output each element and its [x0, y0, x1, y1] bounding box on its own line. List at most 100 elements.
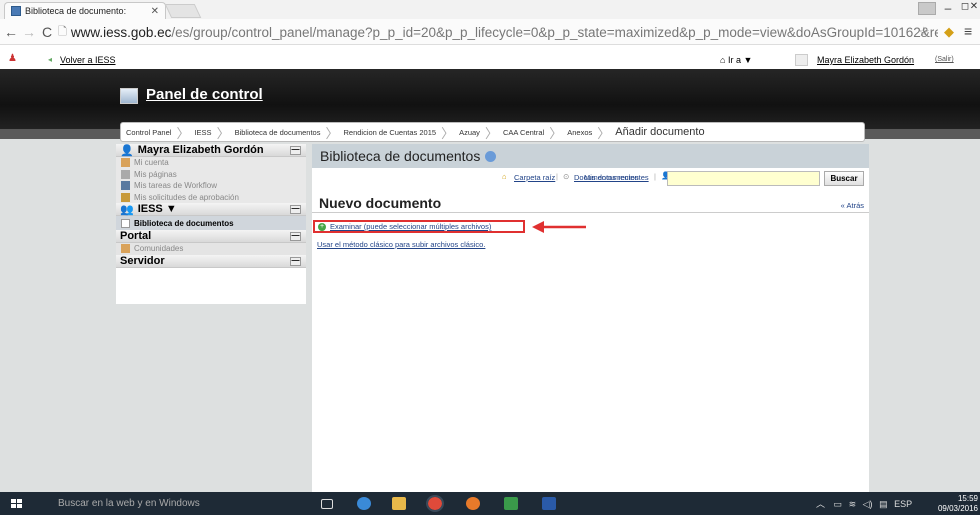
sidebar-item-mi-cuenta[interactable]: Mi cuenta — [116, 157, 306, 169]
classic-upload-link[interactable]: Usar el método clásico para subir archiv… — [317, 240, 485, 249]
new-tab-button[interactable] — [164, 4, 202, 18]
windows-taskbar: Buscar en la web y en Windows ︿ ▭ ≋ ◁) ▤… — [0, 492, 980, 515]
notifications-icon[interactable]: ▤ — [879, 499, 888, 509]
battery-icon[interactable]: ▭ — [834, 499, 843, 509]
sidebar-iess-section[interactable]: 👥 IESS ▼ — — [116, 203, 306, 216]
clock-time: 15:59 — [957, 494, 978, 503]
chrome-menu-icon[interactable]: ≡ — [964, 23, 972, 39]
system-tray: ︿ ▭ ≋ ◁) ▤ ESP — [816, 497, 912, 510]
ie-icon[interactable] — [357, 497, 371, 510]
windows-start-icon[interactable] — [11, 499, 22, 509]
firefox-icon[interactable] — [466, 497, 480, 510]
bookmark-star-icon[interactable]: ☆ — [918, 24, 930, 40]
url-path: /es/group/control_panel/manage?p_p_id=20… — [171, 24, 938, 40]
breadcrumb: Control Panel 〉 IESS 〉 Biblioteca de docum… — [120, 122, 865, 142]
sidebar-iess-title: IESS ▼ — [137, 203, 177, 215]
control-panel-title[interactable]: Panel de control — [146, 86, 263, 103]
forward-arrow-icon[interactable]: → — [20, 24, 38, 40]
chrome-icon[interactable] — [426, 495, 444, 512]
workflow-icon — [121, 181, 130, 191]
back-arrow-icon[interactable]: ← — [2, 24, 20, 40]
browse-files-highlight: + Examinar (puede seleccionar múltiples … — [313, 220, 525, 233]
breadcrumb-current: Añadir documento — [615, 126, 705, 138]
portlet-title-bar: Biblioteca de documentos — [312, 144, 869, 168]
search-input[interactable] — [667, 171, 820, 186]
task-view-icon[interactable] — [321, 499, 333, 509]
page-heading: Nuevo documento — [319, 195, 442, 211]
extension-icon[interactable]: ◆ — [944, 24, 954, 40]
portal-logo-icon: ♟ — [8, 53, 17, 64]
add-icon: + — [318, 222, 326, 231]
back-link[interactable]: « Atrás — [841, 201, 864, 210]
sidebar-item-solicitudes[interactable]: Mis solicitudes de aprobación — [116, 191, 306, 203]
chevron-up-icon[interactable]: ︿ — [816, 499, 825, 509]
approval-icon — [121, 192, 130, 202]
user-name-link[interactable]: Mayra Elizabeth Gordón — [817, 55, 914, 65]
clock-date: 09/03/2016 — [937, 504, 978, 513]
breadcrumb-item[interactable]: Anexos 〉 — [567, 123, 615, 142]
taskbar-search[interactable]: Buscar en la web y en Windows — [58, 498, 200, 509]
user-avatar — [795, 54, 808, 66]
browser-tab[interactable]: Biblioteca de documento: ✕ — [4, 2, 166, 19]
group-icon: 👥 — [120, 203, 134, 216]
document-library-portlet: Biblioteca de documentos ⌂ Carpeta raíz … — [312, 144, 869, 494]
sidebar-user-section[interactable]: 👤 Mayra Elizabeth Gordón — — [116, 144, 306, 157]
close-tab-icon[interactable]: ✕ — [151, 6, 159, 17]
language-indicator[interactable]: ESP — [894, 499, 912, 509]
profile-icon[interactable] — [918, 2, 936, 15]
word-icon[interactable] — [542, 497, 556, 510]
sidebar-user-title: Mayra Elizabeth Gordón — [137, 144, 264, 156]
home-folder-icon: ⌂ — [502, 172, 507, 181]
portal-dock: ♟ ◂ Volver a IESS ⌂ Ir a ▼ Mayra Elizabe… — [0, 53, 980, 69]
network-icon[interactable]: ≋ — [849, 499, 857, 509]
breadcrumb-item[interactable]: Control Panel 〉 — [126, 123, 194, 142]
collapse-icon[interactable]: — — [290, 256, 301, 266]
clock-icon: ⊙ — [563, 172, 570, 181]
root-folder-link[interactable]: Carpeta raíz — [514, 173, 555, 182]
address-bar[interactable]: 🗋 www.iess.gob.ec/es/group/control_panel… — [58, 22, 938, 42]
my-documents-link[interactable]: Mis documentos — [584, 173, 639, 182]
file-explorer-icon[interactable] — [392, 497, 406, 510]
sidebar-item-biblioteca[interactable]: Biblioteca de documentos — [116, 216, 306, 230]
red-arrow-annotation — [532, 221, 586, 233]
communities-icon — [121, 244, 130, 254]
breadcrumb-item[interactable]: Rendicion de Cuentas 2015 〉 — [343, 123, 459, 142]
separator: | — [654, 172, 656, 181]
excel-icon[interactable] — [504, 497, 518, 510]
taskbar-clock[interactable]: 15:59 09/03/2016 — [928, 494, 978, 514]
sidebar-item-comunidades[interactable]: Comunidades — [116, 243, 306, 255]
close-window-button[interactable]: ✕ — [968, 1, 980, 12]
logout-link[interactable]: (Salir) — [935, 56, 954, 63]
breadcrumb-item[interactable]: Biblioteca de documentos 〉 — [235, 123, 344, 142]
go-to-menu[interactable]: ⌂ Ir a ▼ — [720, 55, 752, 65]
divider — [312, 212, 869, 213]
breadcrumb-item[interactable]: IESS 〉 — [194, 123, 234, 142]
collapse-icon[interactable]: — — [290, 232, 301, 241]
sidebar-server-section[interactable]: Servidor — — [116, 254, 306, 268]
breadcrumb-item[interactable]: CAA Central 〉 — [503, 123, 567, 142]
sidebar-item-mis-paginas[interactable]: Mis páginas — [116, 168, 306, 180]
back-to-iess-link[interactable]: Volver a IESS — [60, 55, 116, 65]
collapse-icon[interactable]: — — [290, 146, 301, 155]
url-domain: www.iess.gob.ec — [70, 24, 172, 40]
collapse-icon[interactable]: — — [290, 205, 301, 214]
home-icon: ⌂ — [720, 55, 726, 65]
control-panel-icon — [120, 88, 138, 104]
page-icon: 🗋 — [58, 25, 67, 38]
volume-icon[interactable]: ◁) — [863, 499, 873, 509]
browse-files-link[interactable]: Examinar (puede seleccionar múltiples ar… — [330, 222, 491, 231]
info-icon[interactable] — [485, 150, 497, 162]
browser-tabbar: Biblioteca de documento: ✕ – ◻ ✕ — [0, 0, 980, 19]
pages-icon — [121, 169, 130, 179]
favicon-icon — [11, 6, 21, 16]
reload-icon[interactable]: C — [38, 24, 56, 40]
sidebar-portal-section[interactable]: Portal — — [116, 230, 306, 243]
search-button[interactable]: Buscar — [824, 171, 864, 186]
tab-title: Biblioteca de documento: — [25, 6, 127, 16]
user-icon: 👤 — [120, 144, 134, 157]
sidebar-item-workflow[interactable]: Mis tareas de Workflow — [116, 180, 306, 192]
portlet-title: Biblioteca de documentos — [320, 148, 481, 164]
separator: | — [556, 172, 558, 181]
breadcrumb-item[interactable]: Azuay 〉 — [459, 123, 503, 142]
sidebar-server-title: Servidor — [120, 254, 165, 267]
